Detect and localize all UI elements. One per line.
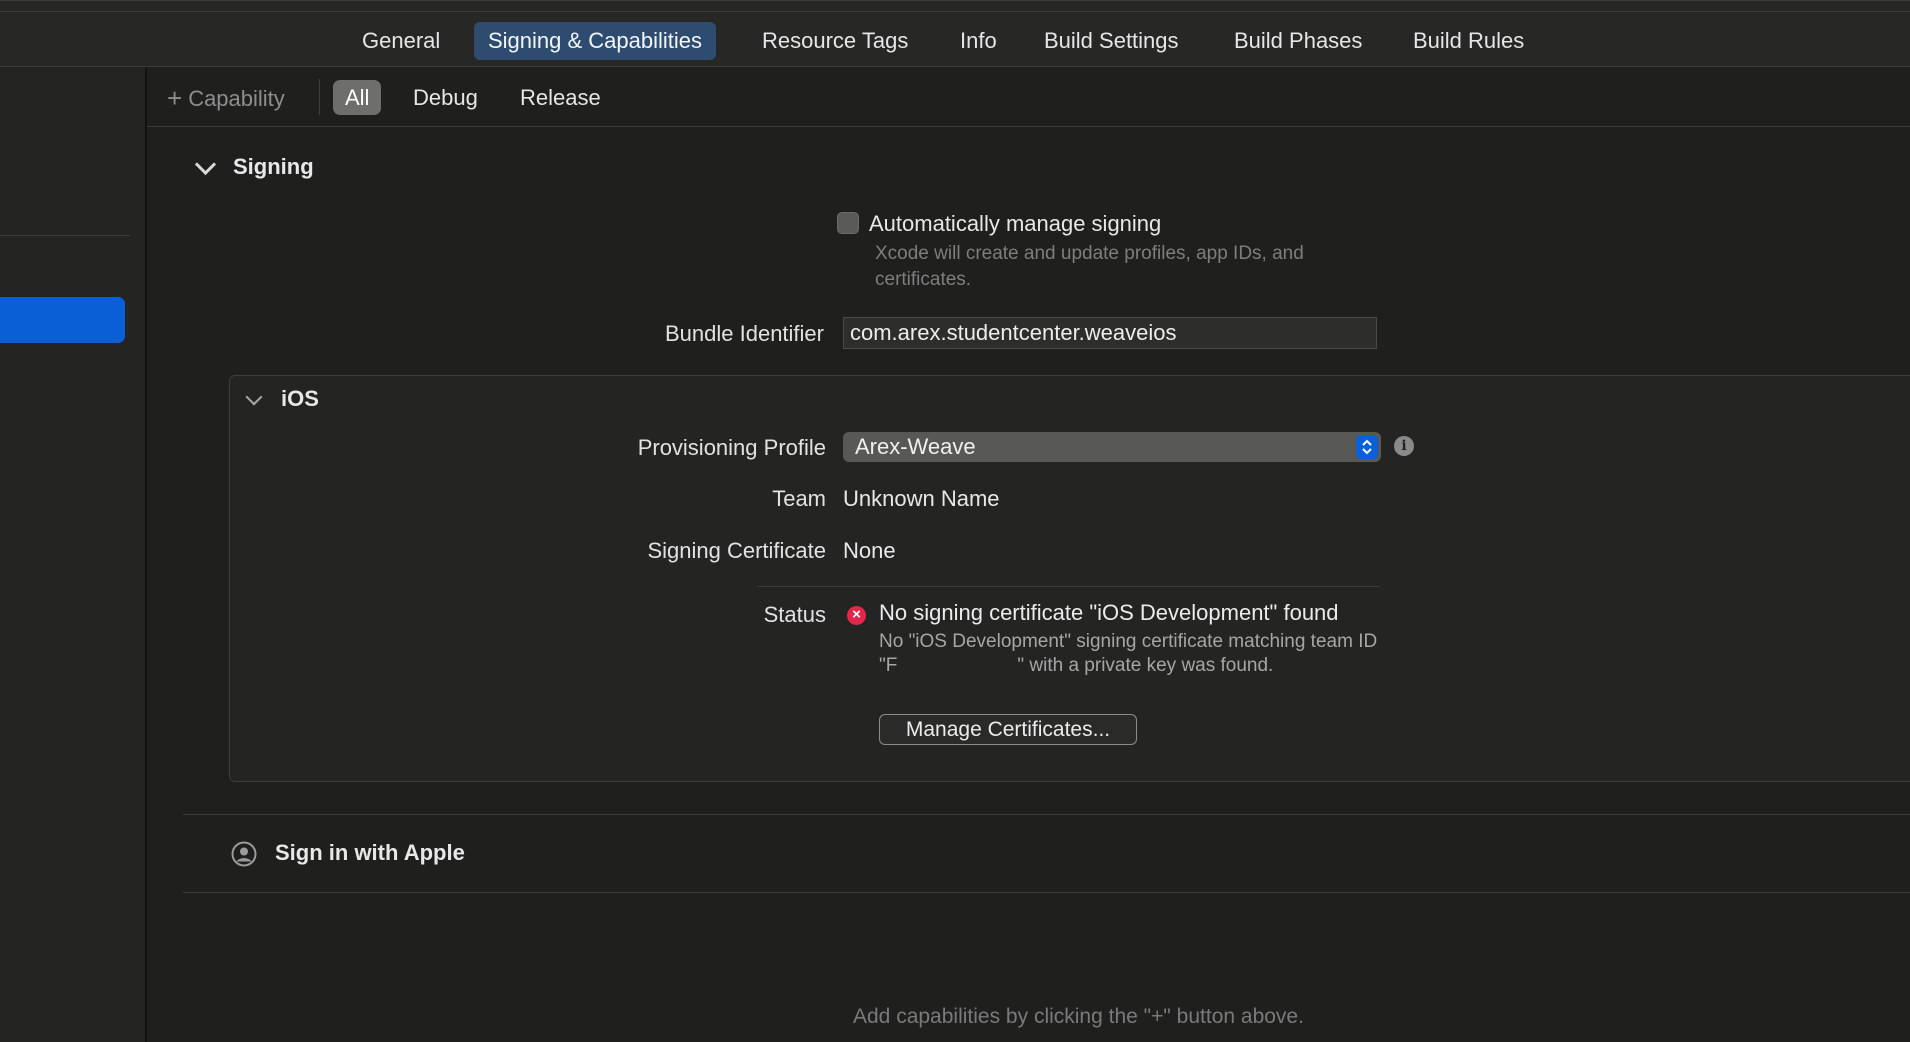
filter-segment-release[interactable]: Release: [508, 80, 613, 115]
divider: [757, 586, 1380, 587]
filter-divider: [319, 79, 320, 115]
add-capability-label: Capability: [188, 86, 285, 111]
divider: [183, 814, 1910, 815]
auto-manage-signing-label: Automatically manage signing: [869, 211, 1162, 236]
person-circle-icon: [231, 841, 257, 867]
tab-info[interactable]: Info: [946, 22, 1011, 60]
filter-segment-debug[interactable]: Debug: [401, 80, 490, 115]
tab-build-settings[interactable]: Build Settings: [1030, 22, 1193, 60]
xcode-signing-capabilities-window: General Signing & Capabilities Resource …: [0, 0, 1910, 1042]
status-description: No "iOS Development" signing certificate…: [879, 630, 1399, 678]
filter-segment-all[interactable]: All: [333, 80, 382, 115]
error-icon: ×: [847, 606, 866, 625]
targets-sidebar: [0, 67, 147, 1042]
signing-section-title: Signing: [233, 154, 314, 179]
tab-signing-capabilities[interactable]: Signing & Capabilities: [474, 22, 717, 60]
manage-certificates-button[interactable]: Manage Certificates...: [879, 714, 1137, 745]
auto-manage-signing-hint: Xcode will create and update profiles, a…: [875, 243, 1304, 290]
divider: [0, 11, 1910, 12]
signing-certificate-value: None: [843, 538, 896, 563]
divider: [183, 892, 1910, 893]
sidebar-divider: [0, 235, 130, 236]
sign-in-with-apple-title: Sign in with Apple: [275, 840, 465, 865]
tab-build-phases[interactable]: Build Phases: [1220, 22, 1376, 60]
provisioning-profile-value: Arex-Weave: [855, 434, 976, 459]
add-capabilities-hint: Add capabilities by clicking the "+" but…: [853, 1005, 1304, 1028]
team-value: Unknown Name: [843, 486, 1000, 511]
editor-tab-bar: General Signing & Capabilities Resource …: [0, 0, 1910, 67]
info-icon[interactable]: i: [1394, 436, 1414, 456]
bundle-identifier-label: Bundle Identifier: [665, 321, 824, 346]
capability-filter-bar: + Capability All Debug Release: [147, 67, 1910, 127]
status-label: Status: [763, 602, 826, 627]
team-label: Team: [772, 486, 826, 511]
chevron-down-icon[interactable]: [194, 153, 217, 176]
chevron-updown-icon: [1356, 435, 1378, 459]
tab-resource-tags[interactable]: Resource Tags: [748, 22, 922, 60]
provisioning-profile-label: Provisioning Profile: [637, 435, 826, 460]
auto-manage-signing-checkbox[interactable]: [837, 212, 859, 234]
tab-general[interactable]: General: [348, 22, 454, 60]
ios-section-title: iOS: [281, 386, 319, 411]
add-capability-button[interactable]: + Capability: [167, 82, 285, 113]
tab-build-rules[interactable]: Build Rules: [1399, 22, 1538, 60]
sidebar-selected-target[interactable]: [0, 297, 125, 343]
status-title: No signing certificate "iOS Development"…: [879, 600, 1339, 625]
bundle-identifier-field[interactable]: [843, 317, 1377, 349]
provisioning-profile-popup[interactable]: Arex-Weave: [843, 432, 1381, 462]
signing-certificate-label: Signing Certificate: [647, 538, 826, 563]
status-description-part2: " with a private key was found.: [1017, 655, 1274, 676]
plus-icon: +: [167, 83, 183, 113]
